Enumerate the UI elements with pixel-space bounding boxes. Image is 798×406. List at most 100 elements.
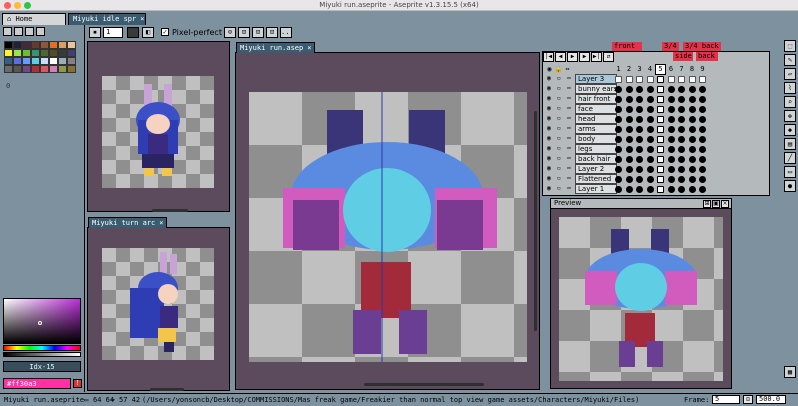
lock-icon[interactable]: ▫	[555, 165, 563, 173]
cel[interactable]	[657, 76, 664, 83]
frame-number-4[interactable]: 4	[646, 65, 655, 74]
eraser-tool-icon[interactable]: ▱	[784, 68, 796, 80]
cel[interactable]	[646, 176, 654, 183]
layer-name[interactable]: face	[575, 104, 617, 114]
gray-slider[interactable]	[3, 352, 81, 357]
layer-name[interactable]: Flattened	[575, 174, 617, 184]
eye-icon[interactable]: ◉	[545, 125, 553, 133]
cel[interactable]	[678, 106, 685, 113]
pencil-tool-icon[interactable]: ✎	[784, 54, 796, 66]
link-icon[interactable]: ⇔	[565, 95, 573, 103]
layer-name[interactable]: bunny ears	[575, 84, 617, 94]
layer-name[interactable]: Layer 3	[575, 74, 617, 84]
eye-icon[interactable]: ◉	[545, 165, 553, 173]
layer-name[interactable]: arms	[575, 124, 617, 134]
zoom-fit-button[interactable]: ⊡	[743, 395, 753, 404]
blur-tool-icon[interactable]: ●	[784, 180, 796, 192]
eye-icon[interactable]: ◉	[545, 105, 553, 113]
cel[interactable]	[636, 116, 643, 123]
cel[interactable]	[667, 146, 675, 153]
palette-sort-button[interactable]	[14, 27, 23, 36]
cel[interactable]	[657, 136, 664, 143]
cel[interactable]	[636, 106, 643, 113]
palette-swatch[interactable]	[4, 65, 13, 73]
link-icon[interactable]: ⇔	[565, 125, 573, 133]
palette-swatch[interactable]	[31, 65, 40, 73]
cel[interactable]	[699, 146, 706, 153]
cel[interactable]	[615, 156, 622, 163]
layer-name[interactable]: back hair	[575, 154, 617, 164]
cel[interactable]	[636, 186, 643, 193]
layer-row[interactable]: ◉ ▫ ⇔ hair front	[543, 94, 769, 104]
preview-grid-icon[interactable]: ⊞	[703, 200, 711, 208]
lock-icon[interactable]: ▫	[555, 175, 563, 183]
cel[interactable]	[667, 96, 675, 103]
palette-swatch[interactable]	[40, 49, 49, 57]
cel[interactable]	[625, 156, 633, 163]
palette-swatch[interactable]	[31, 49, 40, 57]
palette-swatch[interactable]	[40, 57, 49, 65]
visibility-header-icon[interactable]: ◉	[545, 65, 554, 74]
cel[interactable]	[688, 156, 696, 163]
symmetry-options-button[interactable]: ⊡	[252, 27, 264, 38]
color-palette[interactable]	[4, 41, 77, 73]
sprite-window-idle[interactable]	[87, 41, 230, 212]
lock-icon[interactable]: ▫	[555, 95, 563, 103]
palette-swatch[interactable]	[49, 49, 58, 57]
dynamics-button[interactable]: ⊙	[224, 27, 236, 38]
frame-number-8[interactable]: 8	[688, 65, 697, 74]
layer-name[interactable]: hair front	[575, 94, 617, 104]
eye-icon[interactable]: ◉	[545, 135, 553, 143]
link-icon[interactable]: ⇔	[565, 105, 573, 113]
cel[interactable]	[678, 96, 685, 103]
layer-row[interactable]: ◉ ▫ ⇔ Flattened	[543, 174, 769, 184]
symmetry-vertical-button[interactable]: ⊡	[266, 27, 278, 38]
play-button[interactable]: ▶	[567, 52, 578, 62]
link-icon[interactable]: ⇔	[565, 135, 573, 143]
palette-swatch[interactable]	[22, 41, 31, 49]
hue-slider[interactable]	[3, 345, 81, 351]
eye-icon[interactable]: ◉	[545, 145, 553, 153]
cel[interactable]	[688, 126, 696, 133]
link-icon[interactable]: ⇔	[565, 155, 573, 163]
contiguous-button[interactable]: ◧	[142, 27, 154, 38]
cel[interactable]	[678, 136, 685, 143]
cel[interactable]	[615, 126, 622, 133]
palette-swatch[interactable]	[4, 41, 13, 49]
cel[interactable]	[646, 116, 654, 123]
cel[interactable]	[615, 176, 622, 183]
color-cursor[interactable]	[38, 321, 42, 325]
palette-swatch[interactable]	[58, 65, 67, 73]
layer-row[interactable]: ◉ ▫ ⇔ legs	[543, 144, 769, 154]
cel[interactable]	[699, 116, 706, 123]
cel[interactable]	[667, 76, 675, 83]
cel[interactable]	[625, 106, 633, 113]
cel[interactable]	[699, 96, 706, 103]
cel[interactable]	[688, 166, 696, 173]
cel[interactable]	[678, 126, 685, 133]
palette-swatch[interactable]	[58, 49, 67, 57]
cel[interactable]	[625, 96, 633, 103]
eye-icon[interactable]: ◉	[545, 175, 553, 183]
cel[interactable]	[646, 86, 654, 93]
palette-swatch[interactable]	[67, 57, 76, 65]
cel[interactable]	[625, 146, 633, 153]
tag-side[interactable]: side	[673, 52, 693, 61]
cel[interactable]	[678, 166, 685, 173]
cel[interactable]	[646, 186, 654, 193]
palette-swatch[interactable]	[67, 49, 76, 57]
run-canvas[interactable]	[249, 92, 527, 362]
zoom-tool-icon[interactable]: ⌕	[784, 96, 796, 108]
cel[interactable]	[688, 176, 696, 183]
lock-icon[interactable]: ▫	[555, 125, 563, 133]
lock-icon[interactable]: ▫	[555, 185, 563, 193]
cel[interactable]	[678, 116, 685, 123]
layer-row[interactable]: ◉ ▫ ⇔ Layer 3	[543, 74, 769, 84]
frame-number-2[interactable]: 2	[625, 65, 634, 74]
warning-icon[interactable]: !	[73, 379, 82, 388]
eye-icon[interactable]: ◉	[545, 155, 553, 163]
cel[interactable]	[646, 136, 654, 143]
palette-swatch[interactable]	[22, 57, 31, 65]
layer-row[interactable]: ◉ ▫ ⇔ arms	[543, 124, 769, 134]
tab-miyuki-idle[interactable]: Miyuki idle spr ×	[68, 13, 146, 25]
